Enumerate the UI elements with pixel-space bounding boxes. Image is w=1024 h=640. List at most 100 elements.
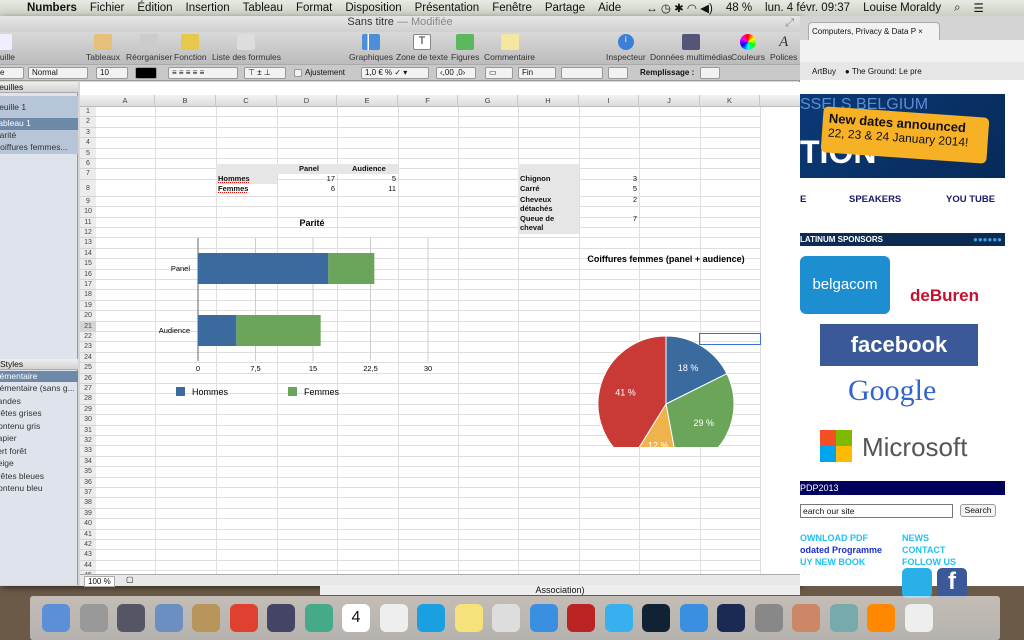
site-search-input[interactable]: earch our site bbox=[800, 504, 953, 518]
row-header-39[interactable]: 39 bbox=[80, 508, 96, 520]
dock-mail-dove-icon[interactable] bbox=[529, 604, 558, 632]
spotlight-icon[interactable]: ⌕ bbox=[954, 2, 960, 15]
row-header-15[interactable]: 15 bbox=[80, 259, 96, 270]
row-header-13[interactable]: 13 bbox=[80, 238, 96, 249]
style-item[interactable]: Beige bbox=[0, 458, 78, 470]
row-header-7[interactable]: 7 bbox=[80, 169, 96, 180]
fill-well[interactable] bbox=[700, 67, 720, 79]
dock-pen-icon[interactable] bbox=[267, 604, 295, 632]
wrap-checkbox[interactable] bbox=[294, 69, 302, 77]
formula-list-button[interactable]: Liste des formules bbox=[212, 34, 281, 62]
logo-deburen[interactable]: deBuren bbox=[910, 286, 990, 306]
row-header-37[interactable]: 37 bbox=[80, 488, 96, 499]
dock-calendar-icon[interactable]: 4 bbox=[342, 604, 370, 632]
menu-aide[interactable]: Aide bbox=[598, 2, 621, 14]
dock-keynote-icon[interactable] bbox=[792, 604, 820, 632]
row-header-31[interactable]: 31 bbox=[80, 425, 96, 436]
link-download-pdf[interactable]: OWNLOAD PDF bbox=[800, 532, 882, 544]
row-header-42[interactable]: 42 bbox=[80, 540, 96, 551]
status-icons[interactable]: ↔ ◷ ✱ ◠ ◀) bbox=[646, 1, 713, 15]
inspector-button[interactable]: i Inspecteur bbox=[606, 34, 646, 62]
line-color-well[interactable] bbox=[608, 67, 628, 79]
tables-button[interactable]: Tableaux bbox=[86, 34, 120, 62]
row-header-43[interactable]: 43 bbox=[80, 550, 96, 561]
dock-launchpad-icon[interactable] bbox=[79, 604, 108, 632]
cell-panel[interactable]: 17 bbox=[277, 174, 335, 183]
twitter-icon[interactable] bbox=[902, 568, 932, 598]
row-header-29[interactable]: 29 bbox=[80, 404, 96, 416]
media-button[interactable]: Données multimédias bbox=[650, 34, 732, 62]
menu-app[interactable]: Numbers bbox=[27, 2, 77, 14]
fullscreen-icon[interactable]: ⤢ bbox=[785, 17, 794, 30]
dock-app-store-icon[interactable] bbox=[679, 604, 708, 632]
menu-edition[interactable]: Édition bbox=[137, 2, 172, 14]
address-bar-area[interactable] bbox=[800, 40, 1024, 62]
logo-google[interactable]: Google bbox=[848, 374, 936, 408]
dock-reminders-icon[interactable] bbox=[379, 604, 408, 632]
row-header-10[interactable]: 10 bbox=[80, 207, 96, 218]
alignment-buttons[interactable]: ≡ ≡ ≡ ≡ ≡ bbox=[168, 67, 238, 79]
row-header-9[interactable]: 9 bbox=[80, 196, 96, 208]
style-select[interactable]: e bbox=[0, 67, 24, 79]
link-contact[interactable]: CONTACT bbox=[902, 544, 956, 556]
nav-youtube[interactable]: YOU TUBE bbox=[946, 194, 995, 205]
style-item[interactable]: Papier bbox=[0, 433, 78, 445]
logo-belgacom[interactable]: belgacom bbox=[800, 256, 890, 314]
facebook-icon[interactable]: f bbox=[937, 568, 967, 598]
reorganize-button[interactable]: Réorganiser bbox=[126, 34, 172, 62]
dock-finder-icon[interactable] bbox=[42, 604, 70, 632]
site-search-button[interactable]: Search bbox=[960, 504, 996, 517]
row-header-40[interactable]: 40 bbox=[80, 519, 96, 530]
sidebar-item-table-1[interactable]: Tableau 1 bbox=[0, 118, 78, 130]
dock-itunes-icon[interactable] bbox=[604, 604, 633, 632]
dock-photoshop-icon[interactable] bbox=[717, 604, 745, 632]
row-header-6[interactable]: 6 bbox=[80, 159, 96, 170]
shapes-button[interactable]: Figures bbox=[451, 34, 479, 62]
page-view-icon[interactable]: ▢ bbox=[126, 575, 134, 584]
menu-insertion[interactable]: Insertion bbox=[186, 2, 230, 14]
style-item[interactable]: Bandes bbox=[0, 396, 78, 408]
row-header-12[interactable]: 12 bbox=[80, 228, 96, 239]
text-color-well[interactable] bbox=[135, 67, 157, 79]
row-header-30[interactable]: 30 bbox=[80, 415, 96, 426]
sidebar-item-coiffures[interactable]: Coiffures femmes... bbox=[0, 142, 78, 154]
user-name[interactable]: Louise Moraldy bbox=[863, 2, 941, 14]
row-header-35[interactable]: 35 bbox=[80, 467, 96, 478]
logo-facebook[interactable]: facebook bbox=[820, 324, 978, 366]
menu-presentation[interactable]: Présentation bbox=[415, 2, 480, 14]
vertical-align-buttons[interactable]: ⊤ ± ⊥ bbox=[244, 67, 286, 79]
style-item[interactable]: Arêtes grises bbox=[0, 408, 78, 420]
menu-tableau[interactable]: Tableau bbox=[243, 2, 283, 14]
background-window[interactable]: Association) bbox=[320, 585, 800, 595]
row-header-27[interactable]: 27 bbox=[80, 384, 96, 395]
style-item[interactable]: Élémentaire bbox=[0, 371, 78, 382]
row-header-19[interactable]: 19 bbox=[80, 300, 96, 312]
cell-panel[interactable]: 6 bbox=[277, 184, 335, 193]
style-item[interactable]: Élémentaire (sans g... bbox=[0, 383, 78, 395]
menu-fenetre[interactable]: Fenêtre bbox=[492, 2, 532, 14]
battery-status[interactable]: 48 % bbox=[726, 2, 752, 14]
dock-coffee-icon[interactable] bbox=[904, 604, 933, 632]
row-header-16[interactable]: 16 bbox=[80, 269, 96, 280]
row-header-20[interactable]: 20 bbox=[80, 311, 96, 322]
notification-icon[interactable]: ☰ bbox=[974, 1, 984, 15]
paragraph-style-select[interactable]: Normal bbox=[28, 67, 88, 79]
link-news[interactable]: NEWS bbox=[902, 532, 956, 544]
bookmark-the-ground[interactable]: The Ground: Le pre bbox=[852, 67, 922, 76]
border-select[interactable]: ▭ bbox=[485, 67, 513, 79]
row-header-24[interactable]: 24 bbox=[80, 352, 96, 364]
link-programme[interactable]: odated Programme bbox=[800, 544, 882, 556]
menu-disposition[interactable]: Disposition bbox=[345, 2, 401, 14]
row-header-4[interactable]: 4 bbox=[80, 138, 96, 149]
row-header-38[interactable]: 38 bbox=[80, 498, 96, 509]
menu-partage[interactable]: Partage bbox=[545, 2, 585, 14]
cell-value[interactable]: 3 bbox=[579, 174, 637, 183]
dock-contacts-icon[interactable] bbox=[192, 604, 220, 632]
sidebar-item-parite[interactable]: Parité bbox=[0, 130, 78, 142]
cell-audience[interactable]: 11 bbox=[337, 184, 396, 193]
comment-button[interactable]: Commentaire bbox=[484, 34, 535, 62]
style-item[interactable]: Contenu bleu bbox=[0, 483, 78, 495]
row-header-5[interactable]: 5 bbox=[80, 148, 96, 159]
row-header-17[interactable]: 17 bbox=[80, 280, 96, 291]
conference-banner[interactable]: SSELS BELGIUM TION New dates announced 2… bbox=[800, 94, 1005, 178]
